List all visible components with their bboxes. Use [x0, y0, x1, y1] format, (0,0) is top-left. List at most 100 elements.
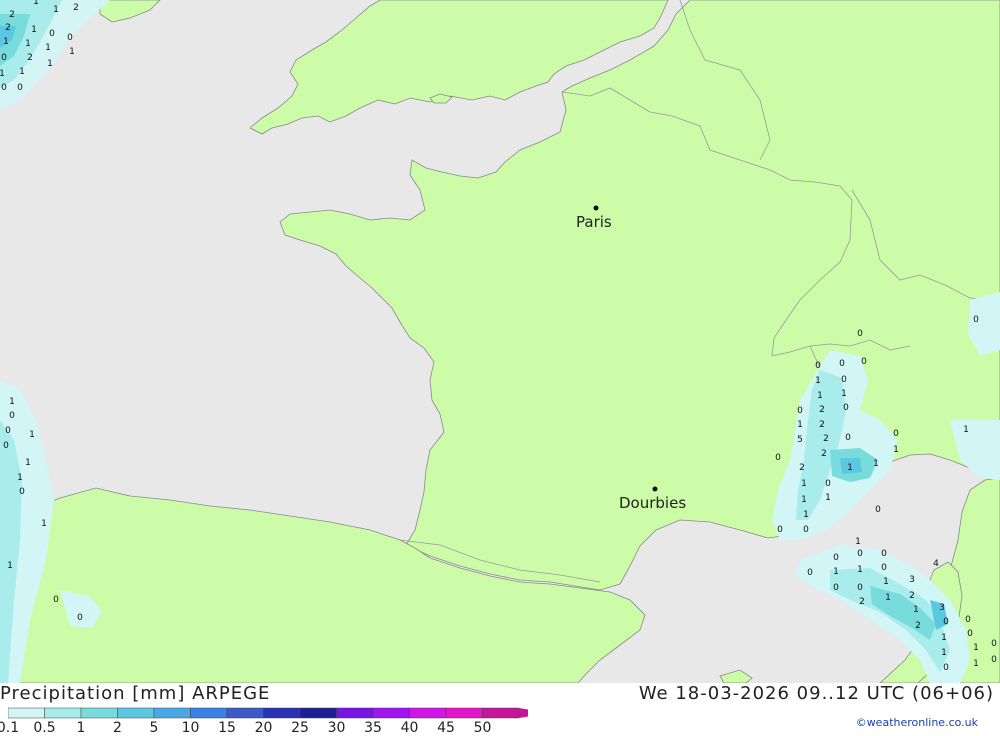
rain-value-label: 0 [893, 429, 899, 439]
scale-swatch [445, 707, 483, 719]
rain-value-label: 5 [797, 435, 803, 445]
scale-label: 10 [181, 720, 200, 736]
scale-swatch [482, 707, 520, 719]
rain-value-label: 1 [53, 5, 59, 15]
rain-value-label: 0 [49, 29, 55, 39]
scale-label: 2 [113, 720, 122, 736]
scale-label: 40 [400, 720, 419, 736]
scale-swatch [336, 707, 374, 719]
rain-value-label: 1 [47, 59, 53, 69]
rain-value-label: 1 [3, 37, 9, 47]
rain-value-label: 0 [777, 525, 783, 535]
rain-value-label: 0 [5, 426, 11, 436]
scale-label: 25 [291, 720, 309, 736]
rain-value-label: 0 [857, 549, 863, 559]
forecast-timestamp: We 18-03-2026 09..12 UTC (06+06) [638, 683, 994, 704]
scale-label: 50 [473, 720, 492, 736]
rain-value-label: 1 [913, 605, 919, 615]
rain-value-label: 4 [933, 559, 939, 569]
rain-value-label: 1 [815, 376, 821, 386]
rain-value-label: 0 [17, 83, 23, 93]
scale-swatch [372, 707, 410, 719]
rain-value-label: 0 [3, 441, 9, 451]
rain-value-label: 1 [797, 420, 803, 430]
rain-value-label: 1 [817, 391, 823, 401]
map-canvas: 211 21 021 1012110110 0100 101101100 00 0 01 01 1… [0, 0, 1000, 683]
scale-swatch [299, 707, 337, 719]
rain-value-label: 1 [19, 67, 25, 77]
rain-value-label: 0 [775, 453, 781, 463]
rain-value-label: 1 [825, 493, 831, 503]
rain-value-label: 1 [29, 430, 35, 440]
rain-value-label: 1 [973, 643, 979, 653]
dourbies-marker [652, 486, 658, 492]
rain-value-label: 3 [909, 575, 915, 585]
rain-value-label: 0 [875, 505, 881, 515]
rain-value-label: 1 [7, 561, 13, 571]
rain-value-label: 1 [885, 593, 891, 603]
rain-value-label: 2 [909, 591, 915, 601]
rain-value-label: 0 [803, 525, 809, 535]
rain-value-label: 2 [915, 621, 921, 631]
rain-value-label: 1 [941, 648, 947, 658]
rain-value-label: 2 [73, 3, 79, 13]
rain-value-label: 0 [825, 479, 831, 489]
rain-value-label: 1 [963, 425, 969, 435]
rain-value-label: 0 [967, 629, 973, 639]
rain-value-label: 0 [973, 315, 979, 325]
rain-value-label: 1 [45, 43, 51, 53]
scale-swatch [80, 707, 118, 719]
scale-label: 30 [327, 720, 346, 736]
rain-value-label: 0 [881, 549, 887, 559]
rain-value-label: 0 [833, 583, 839, 593]
rain-value-label: 3 [939, 603, 945, 613]
rain-value-label: 1 [803, 510, 809, 520]
rain-value-label: 1 [25, 458, 31, 468]
rain-value-label: 1 [973, 659, 979, 669]
rain-value-label: 0 [833, 553, 839, 563]
rain-value-label: 0 [77, 613, 83, 623]
scale-label: 0.5 [33, 720, 56, 736]
rain-value-label: 1 [857, 565, 863, 575]
scale-label: 5 [149, 720, 159, 736]
legend-title: Precipitation [mm] ARPEGE [0, 683, 271, 704]
rain-value-label: 2 [859, 597, 865, 607]
rain-value-label: 2 [821, 449, 827, 459]
rain-value-label: 0 [19, 487, 25, 497]
scale-label: 45 [437, 720, 455, 736]
rain-value-label: 0 [843, 403, 849, 413]
rain-value-label: 1 [801, 495, 807, 505]
scale-swatch [153, 707, 191, 719]
scale-label: 1 [76, 720, 86, 736]
rain-value-label: 1 [873, 459, 879, 469]
rain-value-label: 0 [881, 563, 887, 573]
rain-value-label: 1 [801, 479, 807, 489]
rain-value-label: 2 [27, 53, 33, 63]
rain-value-label: 2 [819, 420, 825, 430]
rain-value-label: 0 [965, 615, 971, 625]
paris-marker [593, 205, 599, 211]
rain-value-label: 0 [807, 568, 813, 578]
city-label-paris: Paris [576, 213, 612, 231]
scale-swatch [190, 707, 228, 719]
rain-value-label: 0 [861, 357, 867, 367]
rain-value-label: 1 [893, 445, 899, 455]
rain-value-label: 1 [833, 567, 839, 577]
rain-value-label: 0 [53, 595, 59, 605]
scale-label: 0.1 [0, 720, 20, 736]
rain-value-label: 0 [943, 663, 949, 673]
color-scale-bar [8, 707, 528, 719]
map-panel[interactable]: 2112102110121101100100101101100 00001011… [0, 0, 1000, 683]
rain-value-label: 2 [819, 405, 825, 415]
rain-value-label: 1 [0, 69, 5, 79]
rain-value-label: 1 [847, 463, 853, 473]
rain-value-label: 1 [25, 39, 31, 49]
scale-swatch [117, 707, 155, 719]
scale-label: 15 [218, 720, 236, 736]
rain-value-label: 0 [991, 655, 997, 665]
rain-value-label: 1 [9, 397, 15, 407]
copyright-link[interactable]: ©weatheronline.co.uk [856, 716, 978, 729]
rain-value-label: 0 [841, 375, 847, 385]
scale-swatch [409, 707, 447, 719]
rain-value-label: 2 [5, 23, 11, 33]
